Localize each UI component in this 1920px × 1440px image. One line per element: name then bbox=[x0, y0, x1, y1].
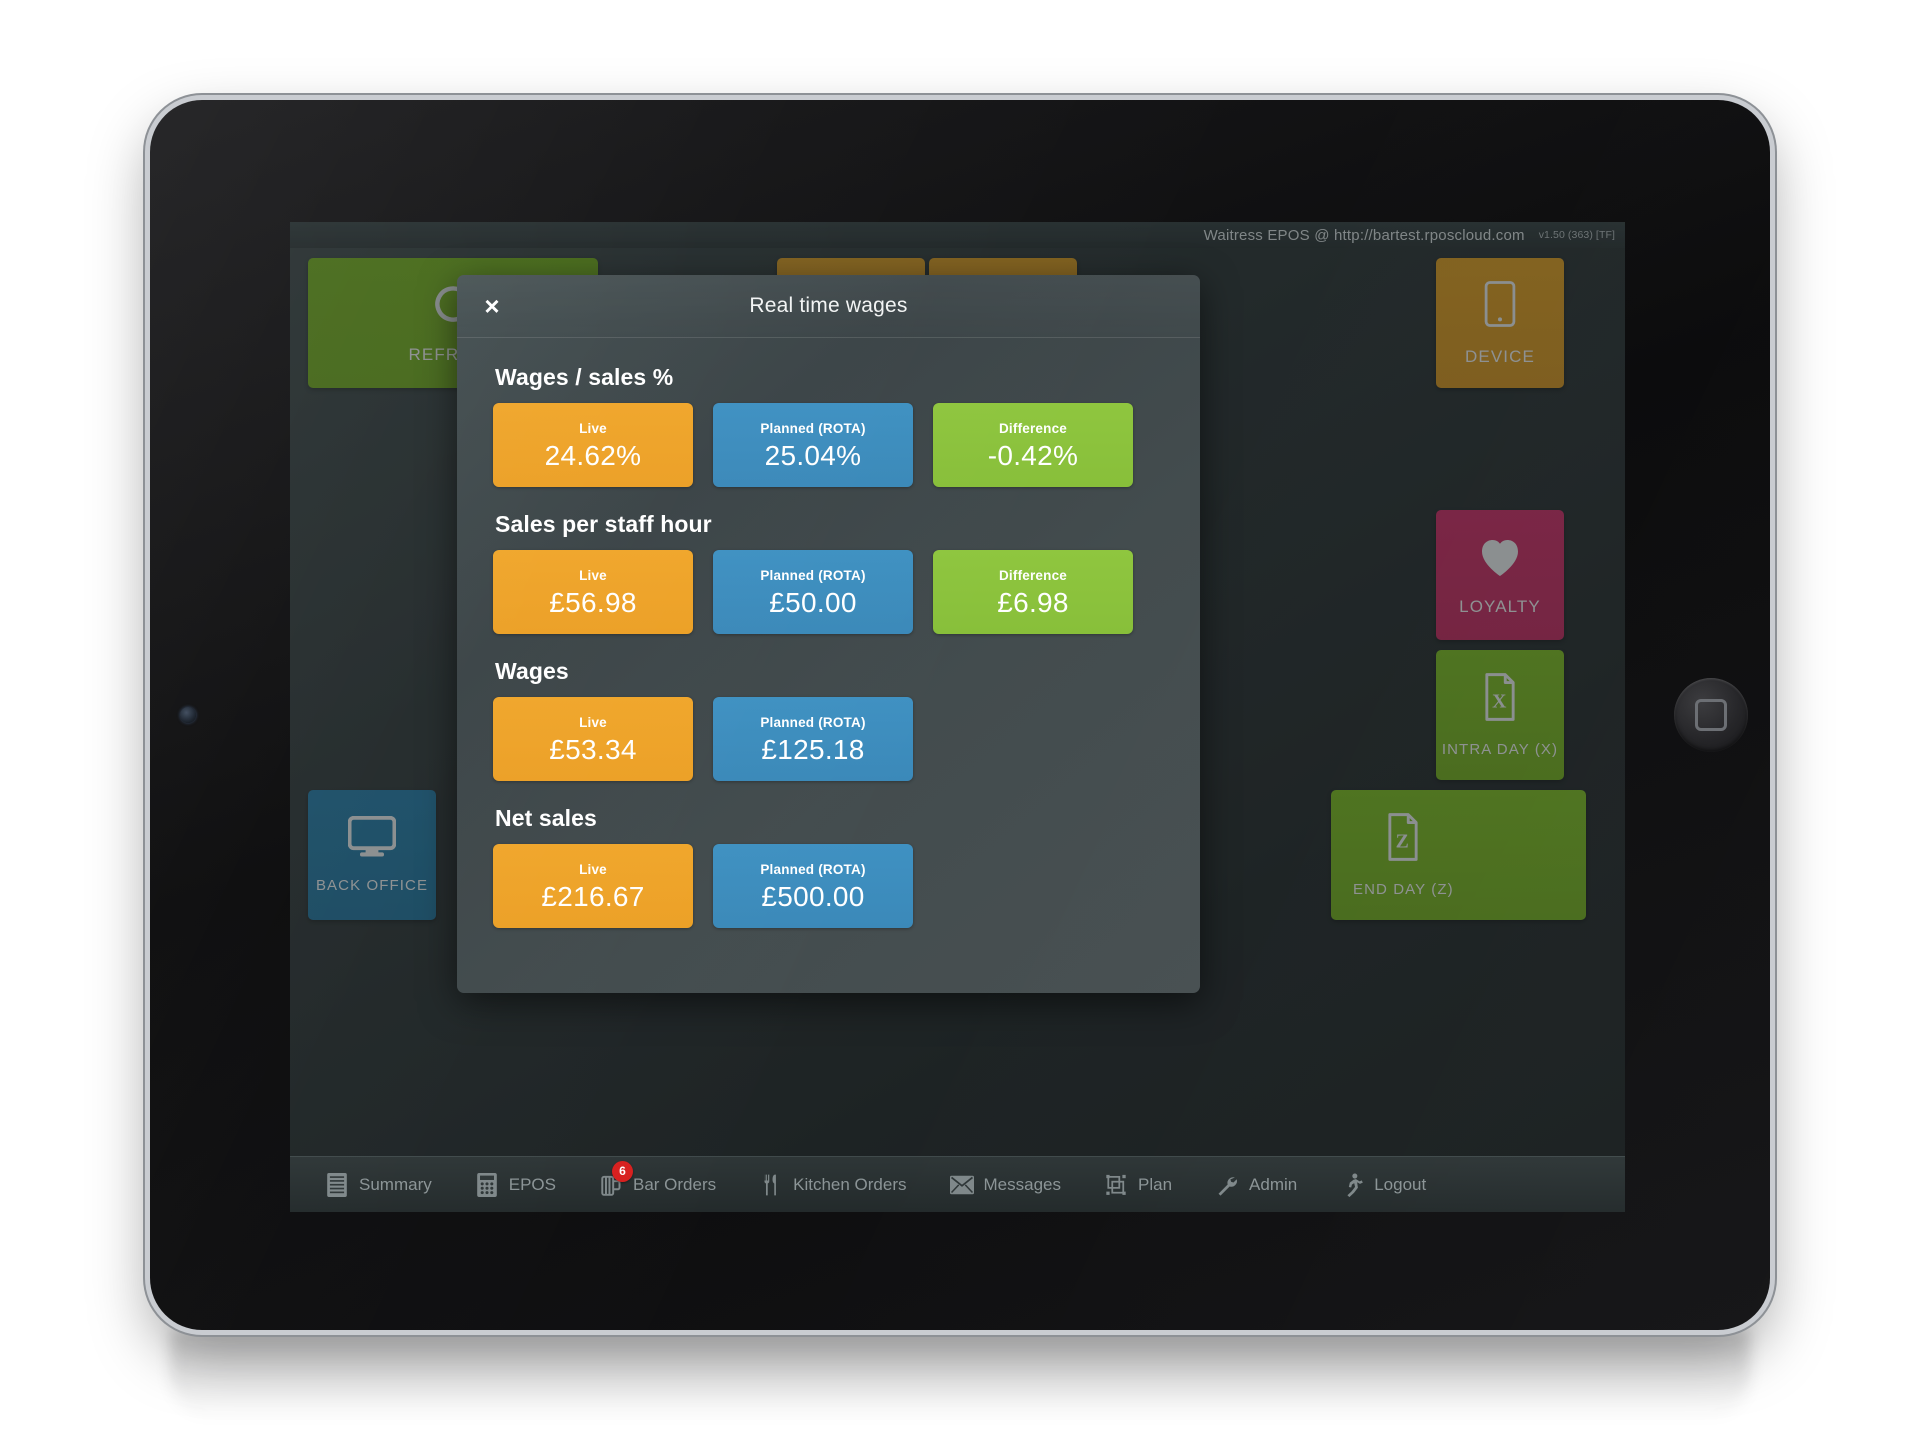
card-value: £50.00 bbox=[769, 586, 857, 618]
nav-item-label: Messages bbox=[983, 1174, 1061, 1194]
card-value: 25.04% bbox=[764, 439, 862, 471]
keypad-icon bbox=[474, 1172, 500, 1198]
group-title: Sales per staff hour bbox=[495, 511, 712, 537]
card-value: 24.62% bbox=[544, 439, 642, 471]
modal-title: Real time wages bbox=[749, 294, 908, 317]
nav-item-messages[interactable]: Messages bbox=[949, 1172, 1061, 1198]
nav-item-label: Admin bbox=[1249, 1174, 1298, 1194]
nav-item-admin[interactable]: Admin bbox=[1214, 1172, 1297, 1198]
card-label: Planned (ROTA) bbox=[760, 714, 866, 730]
nav-item-label: EPOS bbox=[508, 1174, 556, 1194]
card-value: -0.42% bbox=[987, 439, 1079, 471]
card-row: Live £56.98 Planned (ROTA) £50.00 Differ… bbox=[493, 550, 1164, 634]
device-reflection bbox=[170, 1330, 1750, 1420]
card-planned: Planned (ROTA) £50.00 bbox=[713, 550, 913, 634]
close-icon[interactable]: × bbox=[475, 289, 509, 323]
card-label: Planned (ROTA) bbox=[760, 567, 866, 583]
list-icon bbox=[324, 1172, 350, 1198]
card-live: Live £53.34 bbox=[493, 697, 693, 781]
home-square-icon bbox=[1695, 699, 1727, 731]
card-live: Live 24.62% bbox=[493, 403, 693, 487]
card-planned: Planned (ROTA) £125.18 bbox=[713, 697, 913, 781]
metric-group-wages: Wages Live £53.34 Planned (ROTA) £125.18 bbox=[493, 658, 1164, 781]
metric-group-net-sales: Net sales Live £216.67 Planned (ROTA) £5… bbox=[493, 805, 1164, 928]
metric-group-sales-per-staff-hour: Sales per staff hour Live £56.98 Planned… bbox=[493, 511, 1164, 634]
nav-item-label: Plan bbox=[1138, 1174, 1173, 1194]
card-live: Live £56.98 bbox=[493, 550, 693, 634]
card-live: Live £216.67 bbox=[493, 844, 693, 928]
nav-item-kitchen-orders[interactable]: Kitchen Orders bbox=[758, 1172, 907, 1198]
nav-item-label: Summary bbox=[359, 1174, 432, 1194]
bar-orders-badge: 6 bbox=[611, 1160, 633, 1182]
card-value: £6.98 bbox=[997, 586, 1069, 618]
epos-app: Waitress EPOS @ http://bartest.rposcloud… bbox=[290, 222, 1625, 1212]
card-label: Difference bbox=[998, 567, 1068, 583]
card-label: Difference bbox=[998, 420, 1068, 436]
device-screen: Waitress EPOS @ http://bartest.rposcloud… bbox=[290, 222, 1625, 1212]
card-row: Live £53.34 Planned (ROTA) £125.18 bbox=[493, 697, 1164, 781]
card-planned: Planned (ROTA) £500.00 bbox=[713, 844, 913, 928]
nav-item-label: Logout bbox=[1374, 1174, 1427, 1194]
envelope-icon bbox=[949, 1172, 975, 1198]
card-value: £500.00 bbox=[761, 880, 865, 912]
bottom-navigation-bar: Summary EPOS 6 Bar Orders Kitchen Orders… bbox=[290, 1156, 1625, 1212]
nav-item-label: Bar Orders bbox=[632, 1174, 717, 1194]
nav-item-bar-orders[interactable]: 6 Bar Orders bbox=[598, 1160, 717, 1198]
home-button[interactable] bbox=[1674, 678, 1748, 752]
card-label: Planned (ROTA) bbox=[760, 420, 866, 436]
card-difference: Difference £6.98 bbox=[933, 550, 1133, 634]
cutlery-icon bbox=[758, 1172, 784, 1198]
group-title: Wages / sales % bbox=[495, 364, 674, 390]
card-value: £125.18 bbox=[761, 733, 865, 765]
group-title: Net sales bbox=[495, 805, 597, 831]
nav-item-label: Kitchen Orders bbox=[793, 1174, 907, 1194]
nav-item-plan[interactable]: Plan bbox=[1103, 1172, 1172, 1198]
wrench-icon bbox=[1214, 1172, 1240, 1198]
running-person-icon bbox=[1339, 1172, 1365, 1198]
card-label: Live bbox=[579, 567, 607, 583]
shapes-icon bbox=[1103, 1172, 1129, 1198]
nav-item-epos[interactable]: EPOS bbox=[474, 1172, 556, 1198]
card-difference: Difference -0.42% bbox=[933, 403, 1133, 487]
card-row: Live £216.67 Planned (ROTA) £500.00 bbox=[493, 844, 1164, 928]
real-time-wages-modal: × Real time wages Wages / sales % Live 2… bbox=[457, 275, 1200, 993]
metric-group-wages-sales-pct: Wages / sales % Live 24.62% Planned (ROT… bbox=[493, 364, 1164, 487]
card-label: Live bbox=[579, 714, 607, 730]
ipad-device-frame: Waitress EPOS @ http://bartest.rposcloud… bbox=[150, 100, 1770, 1330]
group-title: Wages bbox=[495, 658, 569, 684]
card-value: £56.98 bbox=[549, 586, 637, 618]
card-label: Live bbox=[579, 861, 607, 877]
card-label: Planned (ROTA) bbox=[760, 861, 866, 877]
card-planned: Planned (ROTA) 25.04% bbox=[713, 403, 913, 487]
card-label: Live bbox=[579, 420, 607, 436]
front-camera-icon bbox=[180, 707, 196, 723]
modal-header: × Real time wages bbox=[457, 275, 1200, 338]
modal-body: Wages / sales % Live 24.62% Planned (ROT… bbox=[457, 338, 1200, 993]
nav-item-summary[interactable]: Summary bbox=[324, 1172, 432, 1198]
screenshot-stage: Waitress EPOS @ http://bartest.rposcloud… bbox=[0, 0, 1920, 1440]
card-row: Live 24.62% Planned (ROTA) 25.04% Differ… bbox=[493, 403, 1164, 487]
card-value: £53.34 bbox=[549, 733, 637, 765]
nav-item-logout[interactable]: Logout bbox=[1339, 1172, 1426, 1198]
card-value: £216.67 bbox=[541, 880, 645, 912]
